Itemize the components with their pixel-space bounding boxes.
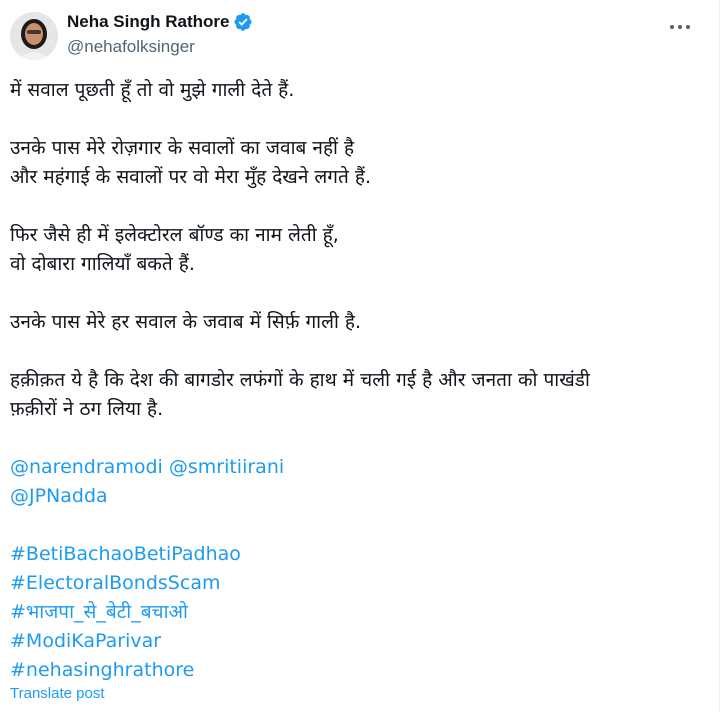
hashtag-link[interactable]: #nehasinghrathore <box>10 659 194 681</box>
more-options-icon[interactable] <box>665 16 695 38</box>
tweet-line: फ़क़ीरों ने ठग लिया है. <box>10 398 164 420</box>
hashtag-line: #भाजपा_से_बेटी_बचाओ <box>10 598 700 627</box>
hashtag-link[interactable]: #BetiBachaoBetiPadhao <box>10 543 241 565</box>
hashtag-link[interactable]: #ElectoralBondsScam <box>10 572 220 594</box>
author-handle[interactable]: @nehafolksinger <box>67 37 195 57</box>
tweet-line: में सवाल पूछती हूँ तो वो मुझे गाली देते … <box>10 79 295 101</box>
tweet-line: हक़ीक़त ये है कि देश की बागडोर लफंगों के… <box>10 369 590 391</box>
avatar[interactable] <box>10 12 58 60</box>
tweet-line: वो दोबारा गालियाँ बकते हैं. <box>10 253 195 275</box>
tweet-line: उनके पास मेरे रोज़गार के सवालों का जवाब … <box>10 137 355 159</box>
hashtag-line: #nehasinghrathore <box>10 656 700 685</box>
mentions-line: @narendramodi @smritiirani <box>10 453 700 482</box>
mention-link[interactable]: @narendramodi <box>10 456 163 478</box>
hashtag-line: #ModiKaParivar <box>10 627 700 656</box>
mentions-line: @JPNadda <box>10 482 700 511</box>
tweet-line: फिर जैसे ही में इलेक्टोरल बॉण्ड का नाम ल… <box>10 224 339 246</box>
author-name-row: Neha Singh Rathore <box>67 12 253 32</box>
tweet-text: में सवाल पूछती हूँ तो वो मुझे गाली देते … <box>10 76 700 685</box>
tweet-line: उनके पास मेरे हर सवाल के जवाब में सिर्फ़… <box>10 311 362 333</box>
tweet-card: Neha Singh Rathore @nehafolksinger में स… <box>0 0 720 712</box>
mention-link[interactable]: @smritiirani <box>169 456 284 478</box>
hashtag-link[interactable]: #भाजपा_से_बेटी_बचाओ <box>10 601 188 623</box>
avatar-image <box>10 12 58 60</box>
mention-link[interactable]: @JPNadda <box>10 485 108 507</box>
hashtag-line: #ElectoralBondsScam <box>10 569 700 598</box>
tweet-line: और महंगाई के सवालों पर वो मेरा मुँह देखन… <box>10 166 371 188</box>
author-name[interactable]: Neha Singh Rathore <box>67 12 229 32</box>
verified-badge-icon <box>233 12 253 32</box>
hashtag-line: #BetiBachaoBetiPadhao <box>10 540 700 569</box>
hashtag-link[interactable]: #ModiKaParivar <box>10 630 161 652</box>
translate-post-link[interactable]: Translate post <box>10 685 105 702</box>
